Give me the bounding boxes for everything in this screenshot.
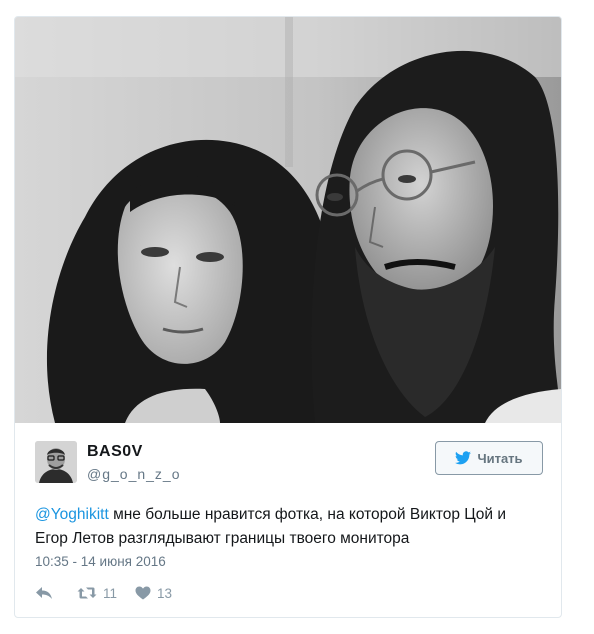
like-count: 13 xyxy=(157,585,173,601)
mention-link[interactable]: @Yoghikitt xyxy=(35,506,109,523)
retweet-button[interactable]: 11 xyxy=(77,586,117,601)
tweet-timestamp[interactable]: 10:35 - 14 июня 2016 xyxy=(35,554,166,569)
retweet-icon xyxy=(77,586,97,600)
tweet-card: BAS0V @g_o_n_z_o Читать @Yoghikitt мне б… xyxy=(14,16,562,618)
follow-button[interactable]: Читать xyxy=(435,441,543,475)
follow-button-label: Читать xyxy=(477,450,523,466)
heart-icon xyxy=(135,586,151,600)
retweet-count: 11 xyxy=(103,585,118,601)
user-handle[interactable]: @g_o_n_z_o xyxy=(87,466,181,482)
tweet-actions: 11 13 xyxy=(35,583,172,603)
display-name[interactable]: BAS0V xyxy=(87,443,143,461)
like-button[interactable]: 13 xyxy=(135,586,172,601)
reply-button[interactable] xyxy=(35,586,53,600)
tweet-photo[interactable] xyxy=(15,17,561,423)
tweet-header: BAS0V @g_o_n_z_o Читать xyxy=(35,439,543,489)
tweet-text: @Yoghikitt мне больше нравится фотка, на… xyxy=(35,503,543,551)
twitter-bird-icon xyxy=(455,451,472,465)
user-avatar[interactable] xyxy=(35,441,77,483)
reply-icon xyxy=(35,586,53,600)
